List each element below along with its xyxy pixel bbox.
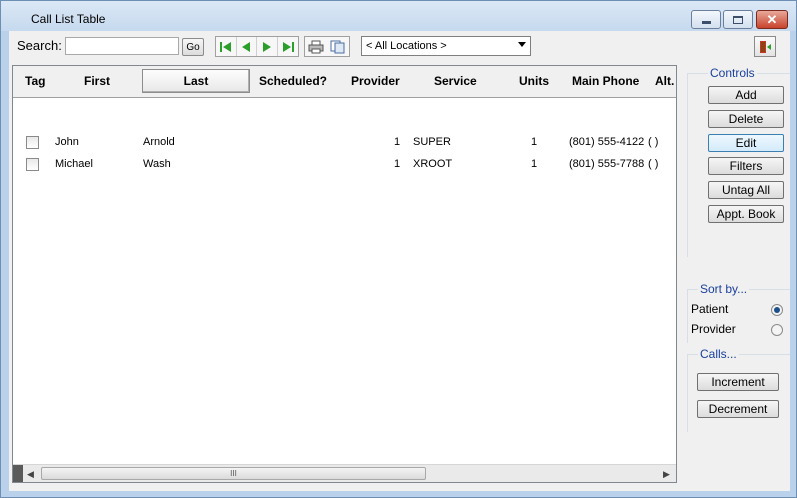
search-input[interactable]	[65, 37, 179, 55]
tag-checkbox[interactable]	[26, 158, 39, 171]
controls-group: Controls Add Delete Edit Filters Untag A…	[687, 66, 790, 257]
print-button[interactable]	[305, 37, 327, 56]
calls-group: Calls... Increment Decrement	[687, 347, 790, 432]
minimize-button[interactable]	[691, 10, 721, 29]
sort-patient-label: Patient	[691, 302, 729, 316]
cell-alt: ( )	[648, 136, 659, 148]
scroll-right-icon[interactable]: ▶	[663, 469, 670, 480]
scroll-left-icon[interactable]: ◀	[27, 469, 34, 480]
cell-service: SUPER	[413, 136, 451, 148]
chevron-down-icon	[518, 42, 526, 47]
calls-title: Calls...	[698, 347, 739, 361]
sort-provider-radio[interactable]	[771, 324, 783, 336]
close-icon: ✕	[766, 12, 778, 27]
sort-provider-label: Provider	[691, 322, 736, 336]
copy-icon	[330, 40, 345, 53]
column-header-service[interactable]: Service	[434, 74, 477, 88]
column-header-last[interactable]: Last	[142, 69, 250, 93]
scrollbar-gutter	[13, 465, 23, 482]
delete-button[interactable]: Delete	[708, 110, 784, 128]
column-header-scheduled[interactable]: Scheduled?	[259, 74, 327, 88]
last-record-button[interactable]	[278, 37, 298, 56]
controls-title: Controls	[708, 66, 757, 80]
column-header-units[interactable]: Units	[519, 74, 549, 88]
column-header-tag[interactable]: Tag	[25, 74, 45, 88]
cell-provider: 1	[394, 136, 401, 148]
cell-alt: ( )	[648, 158, 659, 170]
cell-provider: 1	[394, 158, 401, 170]
tag-checkbox[interactable]	[26, 136, 39, 149]
side-panel: Controls Add Delete Edit Filters Untag A…	[687, 65, 790, 433]
exit-door-icon	[760, 40, 771, 53]
maximize-button[interactable]	[723, 10, 753, 29]
copy-button[interactable]	[327, 37, 349, 56]
first-record-icon	[219, 41, 231, 52]
next-record-icon	[262, 41, 271, 52]
edit-button[interactable]: Edit	[708, 134, 784, 152]
sort-patient-option[interactable]: Patient	[691, 302, 786, 316]
untag-all-button[interactable]: Untag All	[708, 181, 784, 199]
cell-last: Arnold	[143, 136, 175, 148]
record-navigator	[215, 36, 299, 57]
sort-provider-option[interactable]: Provider	[691, 322, 786, 336]
prev-record-icon	[242, 41, 251, 52]
go-button[interactable]: Go	[182, 38, 204, 56]
call-list-grid: Tag First Last Scheduled? Provider Servi…	[12, 65, 677, 483]
horizontal-scrollbar[interactable]: ◀ III ▶	[13, 464, 676, 482]
location-select-value: < All Locations >	[366, 40, 447, 52]
add-button[interactable]: Add	[708, 86, 784, 104]
maximize-icon	[733, 15, 743, 24]
first-record-button[interactable]	[216, 37, 237, 56]
sort-by-group: Sort by... Patient Provider	[687, 282, 790, 343]
decrement-button[interactable]: Decrement	[697, 400, 779, 418]
search-label: Search:	[17, 38, 62, 53]
print-tools	[304, 36, 350, 57]
column-header-provider[interactable]: Provider	[351, 74, 400, 88]
cell-units: 1	[531, 136, 538, 148]
close-button[interactable]: ✕	[756, 10, 788, 29]
grid-header: Tag First Last Scheduled? Provider Servi…	[13, 66, 676, 98]
title-bar: Call List Table ✕	[1, 1, 796, 31]
cell-main-phone: (801) 555-4122	[569, 136, 645, 148]
location-select[interactable]: < All Locations >	[361, 36, 531, 56]
increment-button[interactable]: Increment	[697, 373, 779, 391]
next-record-button[interactable]	[257, 37, 278, 56]
print-icon	[308, 40, 324, 53]
scrollbar-thumb[interactable]: III	[41, 467, 426, 480]
client-area: Search: Go < All Locations > Tag First L…	[9, 31, 790, 491]
window-title: Call List Table	[31, 12, 106, 26]
sort-patient-radio[interactable]	[771, 304, 783, 316]
table-row[interactable]: John Arnold 1 SUPER 1 (801) 555-4122 ( )	[13, 132, 676, 153]
scrollbar-grip: III	[230, 469, 237, 478]
column-header-alt[interactable]: Alt.	[655, 74, 674, 88]
last-record-icon	[282, 41, 294, 52]
filters-button[interactable]: Filters	[708, 157, 784, 175]
cell-last: Wash	[143, 158, 171, 170]
cell-service: XROOT	[413, 158, 453, 170]
exit-button[interactable]	[754, 36, 776, 57]
appt-book-button[interactable]: Appt. Book	[708, 205, 784, 223]
sort-by-title: Sort by...	[698, 282, 750, 296]
column-header-main-phone[interactable]: Main Phone	[572, 74, 639, 88]
cell-main-phone: (801) 555-7788	[569, 158, 645, 170]
cell-first: Michael	[55, 158, 93, 170]
column-header-first[interactable]: First	[84, 74, 110, 88]
cell-units: 1	[531, 158, 538, 170]
prev-record-button[interactable]	[237, 37, 257, 56]
call-list-window: Call List Table ✕ Search: Go < All Locat…	[0, 0, 797, 498]
table-row[interactable]: Michael Wash 1 XROOT 1 (801) 555-7788 ( …	[13, 154, 676, 175]
minimize-icon	[701, 20, 711, 24]
cell-first: John	[55, 136, 79, 148]
